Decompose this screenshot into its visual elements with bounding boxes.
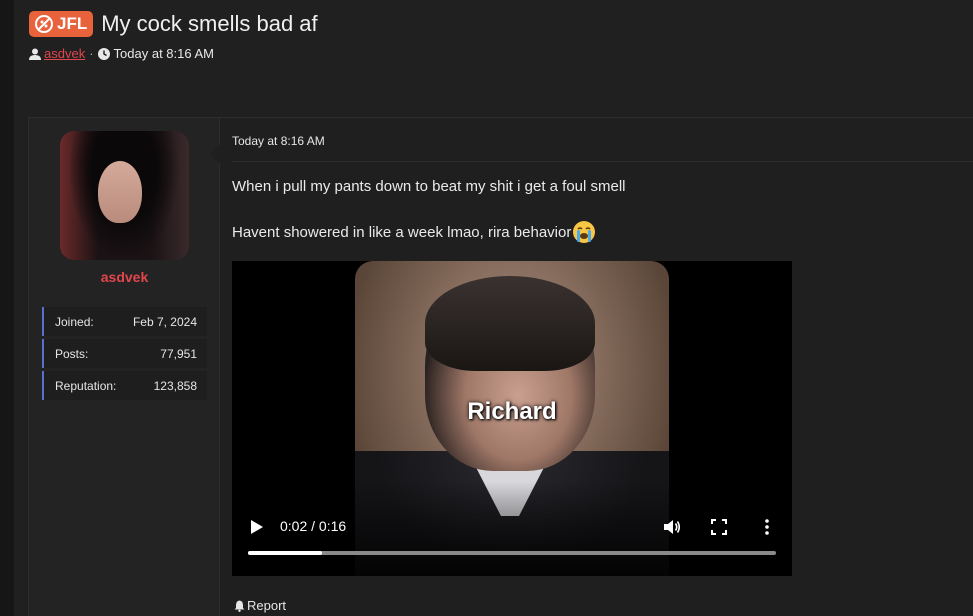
stat-reputation: Reputation: 123,858 — [42, 371, 207, 400]
jfl-icon — [35, 15, 53, 33]
video-player[interactable]: Richard 0:02 / 0:16 — [232, 261, 792, 576]
post-body-text: Havent showered in like a week lmao, rir… — [232, 223, 572, 241]
video-progress-fill — [248, 551, 322, 555]
meta-separator: · — [89, 46, 94, 61]
thread-header: JFL My cock smells bad af asdvek · Today… — [14, 0, 973, 100]
thread-title: My cock smells bad af — [101, 11, 318, 36]
post: asdvek Joined: Feb 7, 2024 Posts: 77,951… — [28, 117, 973, 616]
report-link[interactable]: Report — [234, 598, 286, 613]
thread-author-link[interactable]: asdvek — [44, 46, 85, 61]
volume-icon[interactable] — [663, 518, 681, 536]
stat-posts: Posts: 77,951 — [42, 339, 207, 368]
play-icon[interactable] — [250, 519, 264, 535]
fullscreen-icon[interactable] — [711, 519, 727, 535]
user-icon — [29, 48, 41, 60]
bell-icon — [234, 600, 245, 612]
message-divider — [232, 161, 973, 162]
post-body-line-2: Havent showered in like a week lmao, rir… — [232, 221, 596, 243]
video-progress-bar[interactable] — [248, 551, 776, 555]
clock-icon — [97, 47, 110, 60]
stat-value: 123,858 — [153, 378, 197, 393]
left-gutter — [0, 0, 14, 616]
video-caption: Richard — [467, 398, 557, 425]
thread-meta: asdvek · Today at 8:16 AM — [29, 46, 214, 61]
message-cell: Today at 8:16 AM When i pull my pants do… — [210, 118, 973, 616]
video-time: 0:02 / 0:16 — [280, 518, 347, 534]
thread-time[interactable]: Today at 8:16 AM — [114, 46, 214, 61]
post-date[interactable]: Today at 8:16 AM — [232, 134, 325, 148]
more-options-icon[interactable] — [762, 518, 772, 536]
user-cell: asdvek Joined: Feb 7, 2024 Posts: 77,951… — [29, 118, 220, 616]
report-label: Report — [247, 598, 287, 613]
stat-value: 77,951 — [160, 346, 197, 361]
stat-joined: Joined: Feb 7, 2024 — [42, 307, 207, 336]
user-stats: Joined: Feb 7, 2024 Posts: 77,951 Reputa… — [42, 307, 207, 403]
stat-value: Feb 7, 2024 — [132, 314, 197, 329]
avatar[interactable] — [60, 131, 189, 260]
loudly-crying-face-icon — [573, 221, 596, 243]
post-body-line-1: When i pull my pants down to beat my shi… — [232, 178, 626, 195]
avatar-face — [98, 161, 142, 223]
stat-label: Posts: — [55, 346, 89, 361]
message-arrow — [210, 144, 220, 164]
prefix-label: JFL — [57, 14, 88, 33]
stat-label: Joined: — [55, 314, 94, 329]
stat-label: Reputation: — [55, 378, 117, 393]
video-hair — [425, 276, 595, 371]
post-username[interactable]: asdvek — [29, 269, 220, 285]
title-row: JFL My cock smells bad af — [29, 11, 318, 37]
thread-prefix[interactable]: JFL — [29, 11, 94, 37]
